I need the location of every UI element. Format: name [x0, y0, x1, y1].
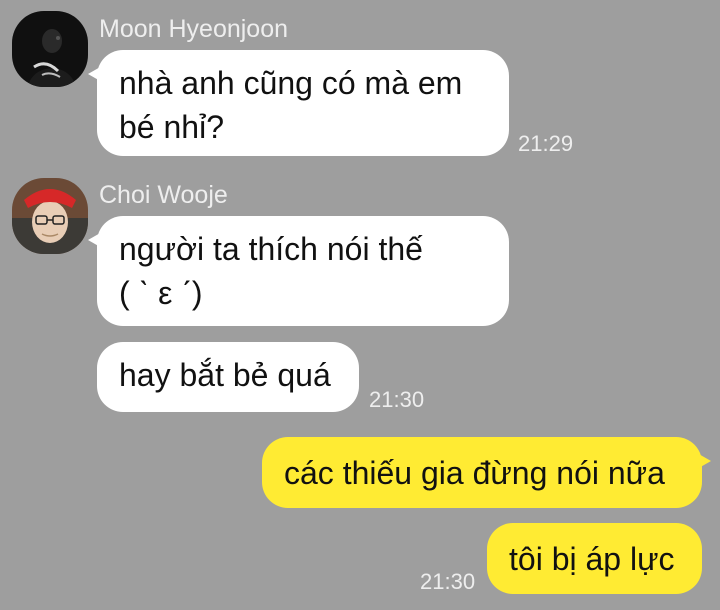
sender-name: Moon Hyeonjoon [99, 15, 289, 43]
message-bubble[interactable]: nhà anh cũng có mà em bé nhỉ? [88, 50, 509, 156]
message-bubble-own[interactable]: tôi bị áp lực [487, 523, 702, 594]
timestamp: 21:29 [518, 131, 574, 156]
avatar-moon-hyeonjoon[interactable] [12, 11, 88, 87]
message-bubble-own[interactable]: các thiếu gia đừng nói nữa [262, 437, 711, 508]
message-text: nhà anh cũng có mà em [119, 65, 463, 101]
message-text: các thiếu gia đừng nói nữa [284, 455, 665, 491]
message-text: bé nhỉ? [119, 109, 224, 145]
timestamp: 21:30 [369, 387, 425, 412]
message-text: hay bắt bẻ quá [119, 357, 331, 393]
avatar-choi-wooje[interactable] [12, 178, 88, 254]
timestamp: 21:30 [420, 569, 476, 594]
message-text: tôi bị áp lực [509, 541, 675, 577]
profile-photo-icon [12, 178, 88, 254]
message-text: ( ˋ ε ˊ) [119, 275, 203, 311]
message-bubble[interactable]: hay bắt bẻ quá [97, 342, 359, 412]
profile-photo-icon [12, 11, 88, 87]
message-bubble[interactable]: người ta thích nói thế ( ˋ ε ˊ) [88, 216, 509, 326]
message-text: người ta thích nói thế [119, 231, 423, 267]
sender-name: Choi Wooje [99, 181, 228, 209]
